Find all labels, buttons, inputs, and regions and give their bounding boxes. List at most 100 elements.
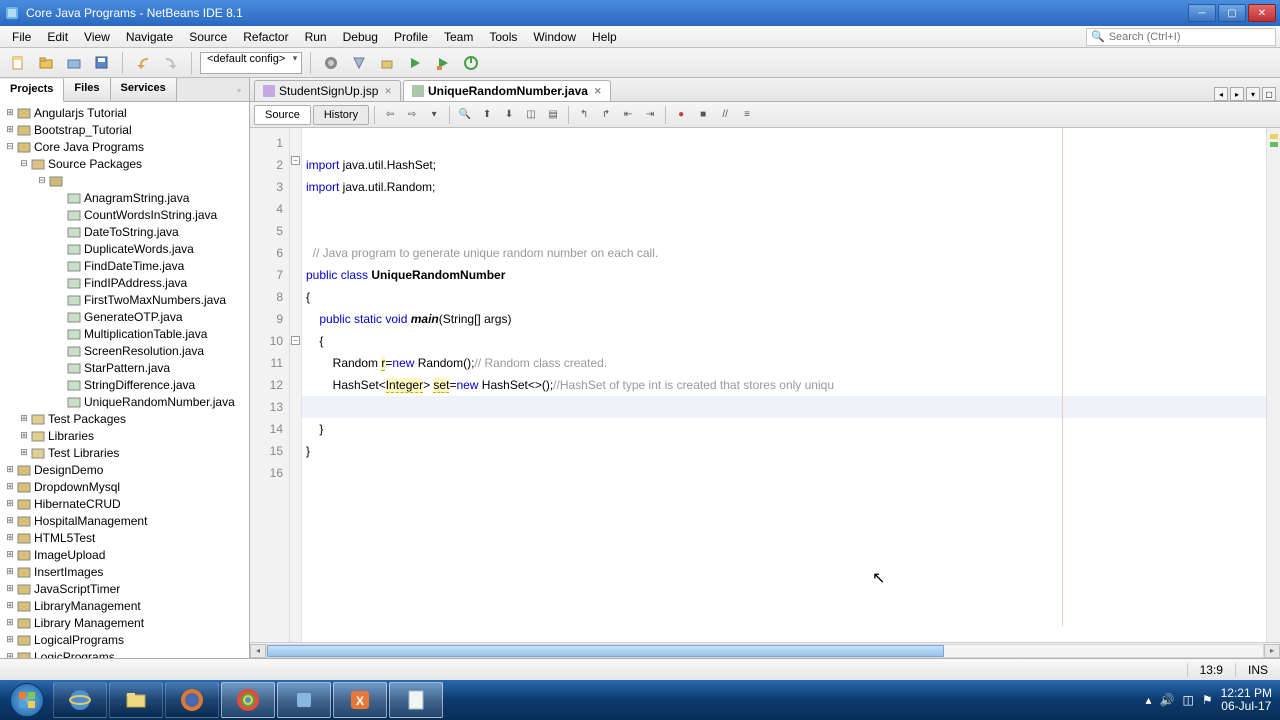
tree-node[interactable]: ⊞JavaScriptTimer (0, 580, 249, 597)
nav-back-button[interactable]: ⇦ (380, 105, 400, 125)
profile-button[interactable] (459, 51, 483, 75)
project-tree[interactable]: ⊞Angularjs Tutorial⊞Bootstrap_Tutorial⊟C… (0, 102, 249, 658)
tray-up-icon[interactable]: ▴ (1146, 693, 1152, 707)
tree-node[interactable]: ⊞LibraryManagement (0, 597, 249, 614)
taskbar-notepad-icon[interactable] (389, 682, 443, 718)
tree-node[interactable]: ⊞ImageUpload (0, 546, 249, 563)
editor-tab-studentsignup[interactable]: StudentSignUp.jsp ✕ (254, 80, 401, 101)
tree-node[interactable]: ⊞Test Packages (0, 410, 249, 427)
search-input[interactable] (1109, 31, 1269, 43)
tree-toggle-icon[interactable]: ⊞ (18, 447, 30, 458)
tree-toggle-icon[interactable]: ⊞ (4, 583, 16, 594)
shift-left-button[interactable]: ⇤ (618, 105, 638, 125)
tree-node[interactable]: UniqueRandomNumber.java (0, 393, 249, 410)
menu-profile[interactable]: Profile (386, 28, 436, 46)
start-button[interactable] (2, 680, 52, 720)
new-project-button[interactable] (34, 51, 58, 75)
taskbar-chrome-icon[interactable] (221, 682, 275, 718)
taskbar-firefox-icon[interactable] (165, 682, 219, 718)
sidebar-tab-files[interactable]: Files (64, 78, 110, 101)
close-button[interactable]: ✕ (1248, 4, 1276, 22)
menu-file[interactable]: File (4, 28, 39, 46)
menu-source[interactable]: Source (181, 28, 235, 46)
tree-node[interactable]: ⊞DesignDemo (0, 461, 249, 478)
maximize-editor-button[interactable]: ▢ (1262, 87, 1276, 101)
tree-node[interactable]: ⊞Angularjs Tutorial (0, 104, 249, 121)
tree-toggle-icon[interactable]: ⊞ (4, 651, 16, 658)
tree-node[interactable]: FindIPAddress.java (0, 274, 249, 291)
tree-toggle-icon[interactable]: ⊞ (4, 617, 16, 628)
menu-run[interactable]: Run (297, 28, 335, 46)
tree-node[interactable]: AnagramString.java (0, 189, 249, 206)
flag-icon[interactable]: ⚑ (1202, 693, 1213, 707)
next-bookmark-button[interactable]: ↱ (596, 105, 616, 125)
tree-node[interactable]: DuplicateWords.java (0, 240, 249, 257)
tree-toggle-icon[interactable]: ⊞ (4, 464, 16, 475)
tree-node[interactable]: DateToString.java (0, 223, 249, 240)
tree-toggle-icon[interactable]: ⊟ (18, 158, 30, 169)
close-tab-button[interactable]: ✕ (594, 86, 602, 97)
uncomment-button[interactable]: ≡ (737, 105, 757, 125)
new-file-button[interactable] (6, 51, 30, 75)
tree-node[interactable]: ⊞LogicPrograms (0, 648, 249, 658)
tree-toggle-icon[interactable]: ⊞ (4, 634, 16, 645)
error-stripe[interactable] (1266, 128, 1280, 642)
find-next-button[interactable]: ⬇ (499, 105, 519, 125)
volume-icon[interactable]: 🔊 (1160, 693, 1175, 707)
tree-toggle-icon[interactable]: ⊟ (4, 141, 16, 152)
tree-toggle-icon[interactable]: ⊞ (4, 481, 16, 492)
start-macro-button[interactable]: ● (671, 105, 691, 125)
tree-node[interactable]: ScreenResolution.java (0, 342, 249, 359)
menu-team[interactable]: Team (436, 28, 481, 46)
open-project-button[interactable] (62, 51, 86, 75)
redo-button[interactable] (159, 51, 183, 75)
network-icon[interactable]: ◫ (1183, 693, 1194, 707)
tree-node[interactable]: ⊞HTML5Test (0, 529, 249, 546)
tree-toggle-icon[interactable]: ⊞ (4, 498, 16, 509)
menu-refactor[interactable]: Refactor (235, 28, 296, 46)
menu-debug[interactable]: Debug (335, 28, 386, 46)
tree-node[interactable]: StringDifference.java (0, 376, 249, 393)
clean-build-button[interactable] (347, 51, 371, 75)
fold-toggle-icon[interactable]: − (291, 156, 300, 165)
tree-toggle-icon[interactable]: ⊞ (18, 413, 30, 424)
tree-toggle-icon[interactable]: ⊞ (18, 430, 30, 441)
tree-toggle-icon[interactable]: ⊞ (4, 549, 16, 560)
toggle-bookmark-button[interactable]: ▤ (543, 105, 563, 125)
tree-node[interactable]: ⊞LogicalPrograms (0, 631, 249, 648)
tree-toggle-icon[interactable]: ⊟ (36, 175, 48, 186)
tree-node[interactable]: ⊞InsertImages (0, 563, 249, 580)
tree-node[interactable]: FindDateTime.java (0, 257, 249, 274)
run-button[interactable] (403, 51, 427, 75)
tree-node[interactable]: StarPattern.java (0, 359, 249, 376)
tree-node[interactable]: GenerateOTP.java (0, 308, 249, 325)
scroll-left-button[interactable]: ◂ (250, 644, 266, 658)
clock[interactable]: 12:21 PM 06-Jul-17 (1221, 687, 1272, 713)
tab-scroll-left-button[interactable]: ◂ (1214, 87, 1228, 101)
tree-node[interactable]: ⊟ (0, 172, 249, 189)
sidebar-tab-services[interactable]: Services (111, 78, 177, 101)
nav-forward-button[interactable]: ⇨ (402, 105, 422, 125)
tree-node[interactable]: CountWordsInString.java (0, 206, 249, 223)
find-prev-button[interactable]: ⬆ (477, 105, 497, 125)
debug-button[interactable] (431, 51, 455, 75)
menu-help[interactable]: Help (584, 28, 625, 46)
tree-node[interactable]: ⊞HibernateCRUD (0, 495, 249, 512)
menu-navigate[interactable]: Navigate (118, 28, 181, 46)
tree-toggle-icon[interactable]: ⊞ (4, 124, 16, 135)
build-button[interactable] (319, 51, 343, 75)
menu-window[interactable]: Window (525, 28, 584, 46)
scroll-track[interactable] (266, 644, 1264, 658)
build-project-button[interactable] (375, 51, 399, 75)
menu-view[interactable]: View (76, 28, 118, 46)
close-tab-button[interactable]: ✕ (384, 86, 392, 97)
prev-bookmark-button[interactable]: ↰ (574, 105, 594, 125)
tree-node[interactable]: FirstTwoMaxNumbers.java (0, 291, 249, 308)
fold-toggle-icon[interactable]: − (291, 336, 300, 345)
nav-dropdown-button[interactable]: ▾ (424, 105, 444, 125)
tab-list-button[interactable]: ▾ (1246, 87, 1260, 101)
tree-node[interactable]: ⊞Library Management (0, 614, 249, 631)
system-tray[interactable]: ▴ 🔊 ◫ ⚑ 12:21 PM 06-Jul-17 (1146, 687, 1278, 713)
stop-macro-button[interactable]: ■ (693, 105, 713, 125)
fold-gutter[interactable]: − − (290, 128, 302, 642)
